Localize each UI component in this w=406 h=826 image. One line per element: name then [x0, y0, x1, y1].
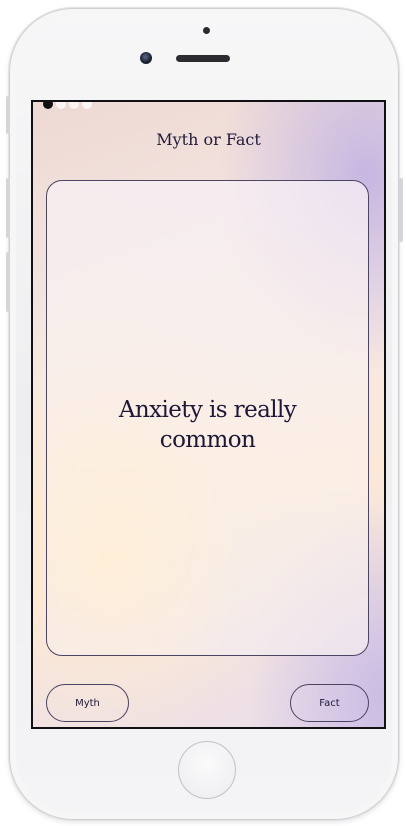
progress-dot-3	[69, 102, 79, 109]
app-screen: Myth or Fact Anxiety is really common My…	[31, 100, 386, 729]
mute-switch	[6, 96, 10, 134]
myth-button[interactable]: Myth	[46, 684, 129, 722]
proximity-sensor	[203, 27, 210, 34]
fact-button[interactable]: Fact	[290, 684, 369, 722]
volume-up-button	[6, 178, 10, 238]
volume-down-button	[6, 252, 10, 312]
power-button	[399, 178, 403, 242]
page-title: Myth or Fact	[156, 130, 261, 149]
progress-dot-4	[82, 102, 92, 109]
statement-card: Anxiety is really common	[46, 180, 369, 656]
earpiece-speaker	[176, 55, 230, 62]
progress-indicator	[43, 102, 92, 109]
front-camera	[140, 52, 152, 64]
home-button[interactable]	[178, 741, 236, 799]
statement-text: Anxiety is really common	[118, 397, 297, 453]
progress-dot-2	[56, 102, 66, 109]
progress-dot-1	[43, 102, 53, 109]
